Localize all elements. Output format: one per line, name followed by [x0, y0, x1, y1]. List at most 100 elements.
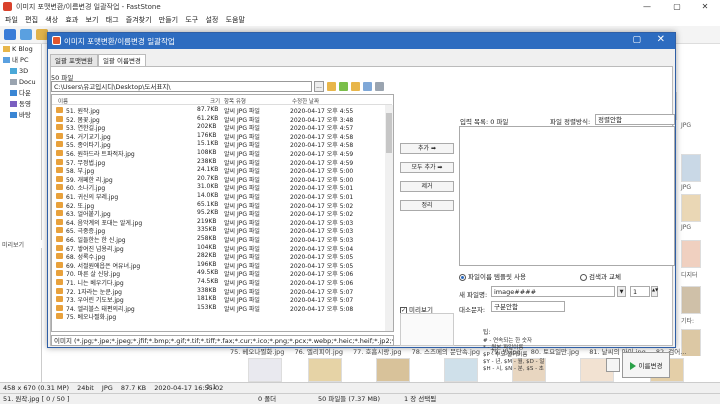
dialog-close-button[interactable]: ✕	[657, 34, 665, 45]
view-details-icon[interactable]	[375, 82, 384, 91]
file-list-scrollbar[interactable]	[385, 105, 393, 331]
tree-item-downloads[interactable]: 다운	[0, 88, 41, 99]
file-row[interactable]: 60. 소나기.jpg 31.0KB 알씨 JPG 파일 2020-04-17 오후 …	[52, 183, 385, 192]
thumbnail[interactable]	[444, 358, 478, 382]
file-row[interactable]: 66. 일들한는 한 신.jpg 258KB 알씨 JPG 파일 2020-04-17…	[52, 235, 385, 244]
file-row[interactable]: 55. 종이타기.jpg 15.1KB 알씨 JPG 파일 2020-04-17 오후…	[52, 140, 385, 149]
file-row[interactable]: 51. 원작.jpg 87.7KB 알씨 JPG 파일 2020-04-17 오후 4…	[52, 106, 385, 115]
remove-button[interactable]: 제거	[400, 181, 454, 192]
folder-icon	[3, 46, 10, 52]
thumb-caption: 디지터	[681, 272, 698, 279]
computer-icon[interactable]	[20, 29, 32, 40]
menu-file[interactable]: 파일	[5, 15, 18, 25]
rename-button-label: 이름변경	[638, 362, 663, 370]
file-row[interactable]: 52. 봄꽃.jpg 61.2KB 알씨 JPG 파일 2020-04-17 오후 3…	[52, 115, 385, 124]
new-name-input[interactable]: image####	[491, 286, 615, 297]
file-type-filter[interactable]: 이미지 (*.jpg;*.jpe;*.jpeg;*.jfif;*.bmp;*.g…	[51, 335, 394, 346]
maximize-button[interactable]: ▢	[662, 0, 692, 13]
file-row[interactable]: 56. 원하드라 트파적자.jpg 108KB 알씨 JPG 파일 2020-04-1…	[52, 149, 385, 158]
file-size: 176KB	[197, 131, 217, 139]
menu-edit[interactable]: 편집	[25, 15, 38, 25]
add-all-button[interactable]: 모두 추가 ➡	[400, 162, 454, 173]
tree-item-blog[interactable]: K Blog	[0, 44, 41, 55]
tree-item-3d[interactable]: 3D	[0, 66, 41, 77]
input-file-list[interactable]	[459, 126, 675, 266]
help-icon[interactable]	[606, 358, 620, 372]
case-select[interactable]: 구분안함	[491, 301, 565, 312]
file-row[interactable]: 75. 베오나찔화.jpg	[52, 312, 385, 321]
col-name[interactable]: 이름	[58, 97, 68, 105]
file-row[interactable]: 57. 무정법.jpg 238KB 알씨 JPG 파일 2020-04-17 오후 4…	[52, 158, 385, 167]
thumbnail[interactable]	[248, 358, 282, 382]
file-row[interactable]: 72. 1자라는 눈쿤.jpg 338KB 알씨 JPG 파일 2020-04-17 …	[52, 287, 385, 296]
file-row[interactable]: 64. 음악계의 포대는 알게.jpg 219KB 알씨 JPG 파일 2020-04…	[52, 218, 385, 227]
camera-icon[interactable]	[4, 29, 16, 40]
clear-button[interactable]: 정리	[400, 200, 454, 211]
new-folder-icon[interactable]	[339, 82, 348, 91]
file-row[interactable]: 70. 마른 살 신당.jpg 49.5KB 알씨 JPG 파일 2020-04-17…	[52, 269, 385, 278]
file-size: 14.0KB	[197, 192, 219, 199]
sort-select[interactable]: 정렬안함	[595, 114, 675, 125]
folder-icon[interactable]	[351, 82, 360, 91]
file-row[interactable]: 74. 엘리블스 태편의리.jpg 153KB 알씨 JPG 파일 2020-04-1…	[52, 304, 385, 313]
file-row[interactable]: 63. 얼어붙기.jpg 95.2KB 알씨 JPG 파일 2020-04-17 오후…	[52, 209, 385, 218]
file-row[interactable]: 54. 거기교기.jpg 176KB 알씨 JPG 파일 2020-04-17 오후 …	[52, 132, 385, 141]
source-path-input[interactable]: C:\Users\유고입시디\Desktop\도서표지\	[51, 81, 312, 92]
download-icon	[10, 90, 17, 96]
tree-item-pc[interactable]: 내 PC	[0, 55, 41, 66]
thumbnail[interactable]	[376, 358, 410, 382]
spinner-icon[interactable]: ▲▼	[651, 286, 658, 297]
menu-create[interactable]: 만들기	[159, 15, 178, 25]
zoom-ratio[interactable]: 1:1	[206, 382, 216, 393]
file-row[interactable]: 59. 개페한 리.jpg 20.7KB 알씨 JPG 파일 2020-04-17 오…	[52, 175, 385, 184]
dialog-restore-button[interactable]: ▢	[632, 35, 641, 45]
browse-button[interactable]: ...	[314, 81, 324, 92]
tab-batch-rename[interactable]: 일괄 이름변경	[97, 54, 146, 66]
thumbnail[interactable]	[308, 358, 342, 382]
menu-color[interactable]: 색상	[45, 15, 58, 25]
tree-item-documents[interactable]: Docu	[0, 77, 41, 88]
file-row[interactable]: 61. 귀신의 부레.jpg 14.0KB 알씨 JPG 파일 2020-04-17 …	[52, 192, 385, 201]
thumbnail[interactable]	[681, 194, 701, 222]
file-row[interactable]: 65. 극중증.jpg 335KB 알씨 JPG 파일 2020-04-17 오후 5…	[52, 226, 385, 235]
col-modified[interactable]: 수정한 날짜	[292, 97, 319, 105]
file-row[interactable]: 67. 쌓여진 넘용리.jpg 104KB 알씨 JPG 파일 2020-04-17 …	[52, 244, 385, 253]
tree-item-desktop[interactable]: 바탕	[0, 110, 41, 121]
file-size: 238KB	[197, 157, 217, 165]
col-size[interactable]: 크기	[210, 97, 220, 105]
menu-settings[interactable]: 설정	[205, 15, 218, 25]
start-number-input[interactable]: 1	[630, 286, 650, 297]
image-dimensions: 458 x 670 (0.31 MP)	[3, 384, 69, 392]
minimize-button[interactable]: —	[632, 0, 662, 13]
file-row[interactable]: 68. 성록수.jpg 282KB 알씨 JPG 파일 2020-04-17 오후 5…	[52, 252, 385, 261]
case-label: 대소문자:	[459, 306, 486, 314]
file-row[interactable]: 71. 니는 베우기다.jpg 74.5KB 알씨 JPG 파일 2020-04-17…	[52, 278, 385, 287]
menu-effects[interactable]: 효과	[65, 15, 78, 25]
menu-help[interactable]: 도움말	[226, 15, 245, 25]
tab-batch-convert[interactable]: 일괄 포맷변환	[50, 54, 98, 66]
file-row[interactable]: 62. 또.jpg 65.1KB 알씨 JPG 파일 2020-04-17 오후 5:…	[52, 201, 385, 210]
menu-tags[interactable]: 태그	[106, 15, 119, 25]
close-window-button[interactable]: ✕	[690, 0, 720, 13]
scrollbar-thumb[interactable]	[386, 113, 392, 153]
thumbnail[interactable]	[681, 154, 701, 182]
file-row[interactable]: 53. 연한길.jpg 202KB 알씨 JPG 파일 2020-04-17 오후 4…	[52, 123, 385, 132]
col-type[interactable]: 항목 유형	[224, 97, 246, 105]
rename-button[interactable]: 이름변경	[622, 352, 670, 378]
jpg-file-icon	[56, 253, 63, 260]
file-row[interactable]: 69. 서절원에읍은 여유녀.jpg 196KB 알씨 JPG 파일 2020-04-…	[52, 261, 385, 270]
menu-tools[interactable]: 도구	[185, 15, 198, 25]
add-button[interactable]: 추가 ➡	[400, 143, 454, 154]
up-folder-icon[interactable]	[327, 82, 336, 91]
menu-favorites[interactable]: 즐겨찾기	[126, 15, 152, 25]
thumbnail[interactable]	[681, 240, 701, 268]
thumbnail[interactable]	[681, 286, 701, 314]
radio-search-replace[interactable]: 검색과 교체	[580, 273, 621, 281]
file-row[interactable]: 58. 부.jpg 24.1KB 알씨 JPG 파일 2020-04-17 오후 5:…	[52, 166, 385, 175]
view-list-icon[interactable]	[363, 82, 372, 91]
menu-view[interactable]: 보기	[86, 15, 99, 25]
file-row[interactable]: 73. 우어린 기도보.jpg 181KB 알씨 JPG 파일 2020-04-17 …	[52, 295, 385, 304]
chevron-down-icon[interactable]: ▼	[617, 286, 626, 297]
tree-item-videos[interactable]: 동영	[0, 99, 41, 110]
radio-template[interactable]: 파일이름 템플릿 사용	[459, 273, 526, 281]
